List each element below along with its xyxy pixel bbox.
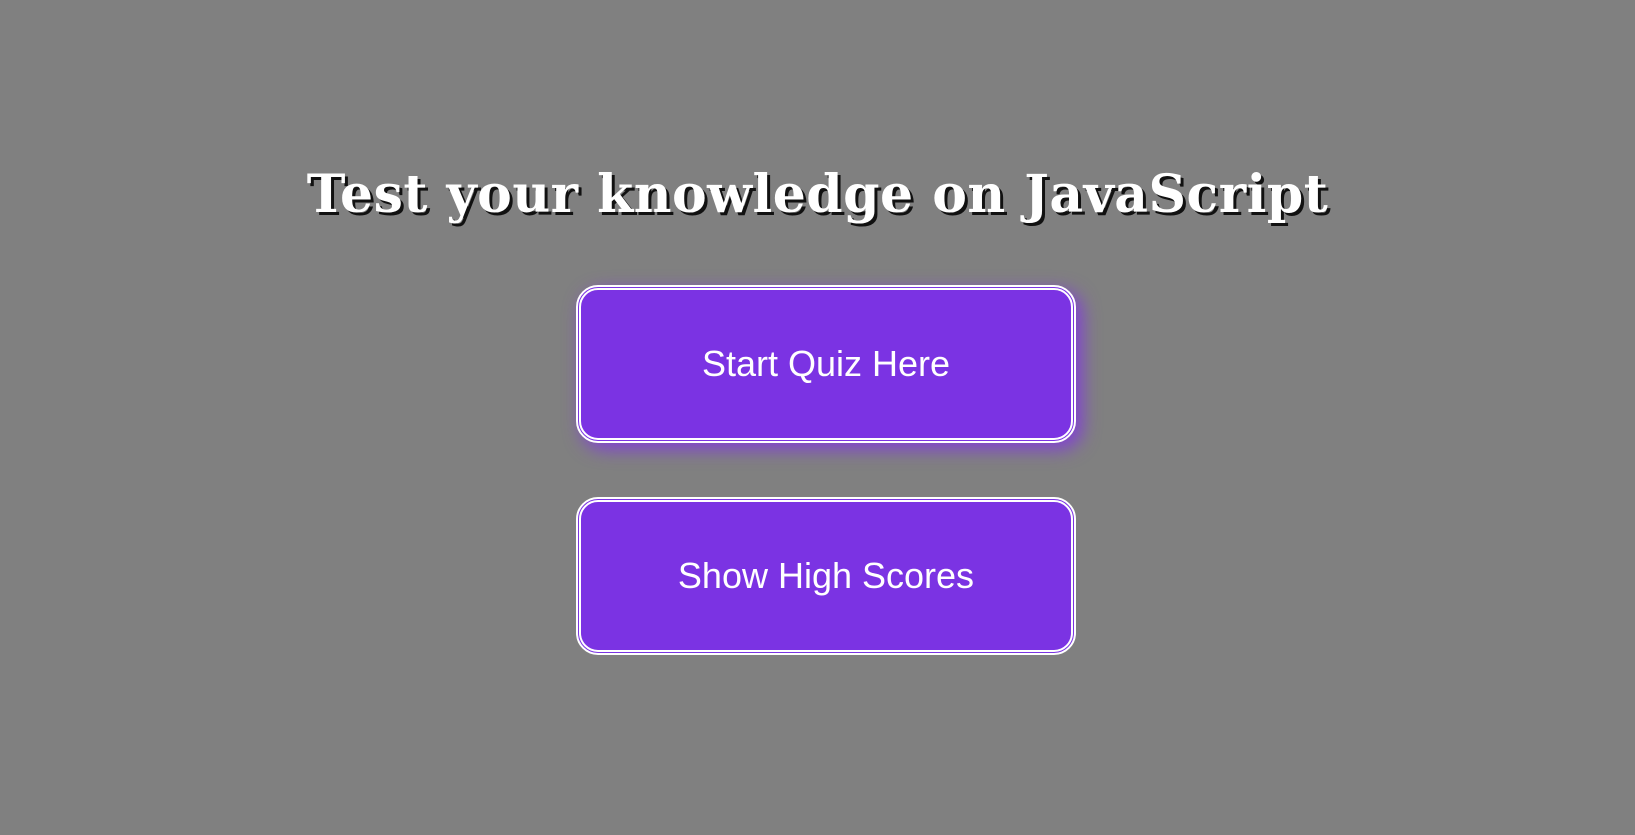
start-quiz-button[interactable]: Start Quiz Here — [576, 285, 1076, 443]
quiz-home-page: Test your knowledge on JavaScript Start … — [0, 0, 1635, 835]
show-high-scores-button[interactable]: Show High Scores — [576, 497, 1076, 655]
page-title: Test your knowledge on JavaScript — [306, 164, 1329, 225]
